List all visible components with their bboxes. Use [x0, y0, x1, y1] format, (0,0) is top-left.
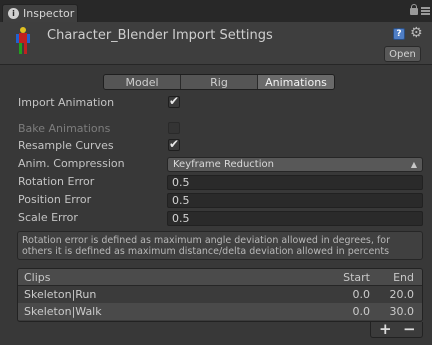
- clip-name: Skeleton|Walk: [24, 305, 102, 318]
- clip-name: Skeleton|Run: [24, 288, 97, 301]
- character-icon: [16, 27, 30, 54]
- lock-icon[interactable]: [410, 4, 418, 15]
- clips-header-start: Start: [343, 271, 370, 284]
- position-error-field[interactable]: 0.5: [167, 193, 423, 208]
- info-message: Rotation error is defined as maximum ang…: [17, 231, 423, 260]
- page-title: Character_Blender Import Settings: [47, 28, 273, 43]
- anim-compression-label: Anim. Compression: [18, 157, 125, 170]
- inspector-header: Character_Blender Import Settings ? ⚙ Op…: [0, 22, 432, 65]
- clip-start: 0.0: [352, 288, 371, 301]
- resample-curves-label: Resample Curves: [18, 139, 114, 152]
- info-line-1: Rotation error is defined as maximum ang…: [22, 235, 390, 246]
- help-icon[interactable]: ?: [393, 28, 405, 40]
- import-animation-label: Import Animation: [18, 96, 115, 109]
- remove-clip-button[interactable]: −: [403, 320, 416, 338]
- import-animation-checkbox[interactable]: [168, 94, 180, 108]
- import-tabs: Model Rig Animations: [103, 74, 335, 90]
- clips-header-end: End: [393, 271, 414, 284]
- clips-header-name: Clips: [24, 271, 51, 284]
- scale-error-label: Scale Error: [18, 211, 78, 224]
- clips-footer: + −: [370, 320, 423, 338]
- rotation-error-label: Rotation Error: [18, 175, 95, 188]
- anim-compression-select[interactable]: Keyframe Reduction ▲: [167, 157, 423, 172]
- anim-compression-value: Keyframe Reduction: [173, 159, 274, 170]
- clips-header: Clips Start End: [18, 269, 422, 286]
- info-line-2: others it is defined as maximum distance…: [22, 246, 390, 257]
- inspector-tab[interactable]: i Inspector: [2, 4, 78, 22]
- window-tab-bar: i Inspector: [0, 0, 432, 22]
- tab-model[interactable]: Model: [104, 75, 181, 89]
- resample-curves-checkbox[interactable]: [168, 137, 180, 151]
- scale-error-field[interactable]: 0.5: [167, 211, 423, 226]
- clip-row[interactable]: Skeleton|Walk 0.0 30.0: [18, 303, 422, 320]
- position-error-label: Position Error: [18, 193, 92, 206]
- gear-icon[interactable]: ⚙: [410, 26, 423, 40]
- bake-animations-label: Bake Animations: [18, 122, 111, 135]
- tab-rig[interactable]: Rig: [181, 75, 258, 89]
- clip-end: 30.0: [389, 305, 415, 318]
- clips-list: Clips Start End Skeleton|Run 0.0 20.0 Sk…: [17, 268, 423, 322]
- add-clip-button[interactable]: +: [379, 320, 392, 338]
- tab-animations[interactable]: Animations: [258, 75, 334, 89]
- inspector-tab-label: Inspector: [23, 7, 75, 20]
- clip-start: 0.0: [352, 305, 371, 318]
- clip-end: 20.0: [389, 288, 415, 301]
- clip-row[interactable]: Skeleton|Run 0.0 20.0: [18, 286, 422, 303]
- menu-icon[interactable]: [421, 7, 430, 16]
- info-icon: i: [8, 8, 19, 19]
- select-arrows-icon: ▲: [410, 160, 417, 169]
- open-button[interactable]: Open: [384, 46, 421, 62]
- bake-animations-checkbox: [168, 122, 180, 134]
- rotation-error-field[interactable]: 0.5: [167, 175, 423, 190]
